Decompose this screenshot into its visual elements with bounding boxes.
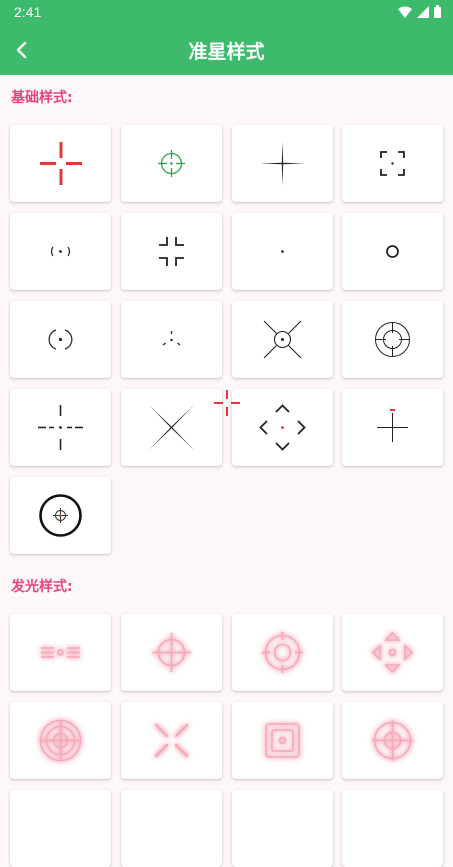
crosshair-option[interactable] bbox=[232, 389, 333, 466]
page-title: 准星样式 bbox=[188, 41, 265, 63]
crosshair-option[interactable] bbox=[342, 125, 443, 202]
glow-circle-plus-icon bbox=[152, 633, 191, 672]
crosshair-option[interactable] bbox=[232, 213, 333, 290]
glow-crosshair-option[interactable] bbox=[232, 614, 333, 691]
glow-concentric-rings-icon bbox=[39, 719, 82, 762]
wifi-icon bbox=[398, 6, 412, 18]
glow-ring-scope-icon bbox=[262, 632, 303, 673]
glow-ring-scope-2-icon bbox=[372, 720, 413, 761]
crosshair-option[interactable] bbox=[10, 301, 111, 378]
app-bar: 准星样式 bbox=[0, 25, 453, 75]
glow-crosshair-option[interactable] bbox=[342, 790, 443, 867]
crosshair-x-circle-icon bbox=[263, 320, 302, 359]
glow-crosshair-option[interactable] bbox=[10, 702, 111, 779]
crosshair-diamond-chevrons-icon bbox=[259, 404, 306, 451]
glow-bars-dot-icon bbox=[41, 647, 80, 658]
crosshair-thin-tapered-icon bbox=[260, 141, 305, 186]
crosshair-option[interactable] bbox=[232, 301, 333, 378]
crosshair-option[interactable] bbox=[121, 389, 222, 466]
crosshair-option[interactable] bbox=[10, 389, 111, 466]
glow-crosshair-option[interactable] bbox=[232, 790, 333, 867]
crosshair-option[interactable] bbox=[10, 477, 111, 554]
glow-x-icon bbox=[154, 723, 189, 758]
crosshair-option[interactable] bbox=[342, 301, 443, 378]
glow-crosshair-option[interactable] bbox=[121, 614, 222, 691]
crosshair-option[interactable] bbox=[232, 125, 333, 202]
glow-crosshair-option[interactable] bbox=[342, 702, 443, 779]
crosshair-red-plus-gap-icon bbox=[40, 142, 82, 185]
crosshair-dashed-plus-dot-icon bbox=[38, 405, 83, 450]
glow-crosshair-option[interactable] bbox=[342, 614, 443, 691]
signal-icon bbox=[417, 5, 429, 18]
status-bar: 2:41 bbox=[0, 0, 453, 25]
crosshair-option[interactable] bbox=[10, 213, 111, 290]
battery-icon bbox=[434, 5, 441, 18]
crosshair-ring-icon bbox=[386, 245, 399, 258]
crosshair-paren-dot-icon bbox=[50, 246, 71, 257]
crosshair-double-ring-icon bbox=[375, 322, 410, 357]
glow-square-frame-icon bbox=[265, 723, 300, 758]
crosshair-corner-plus-icon bbox=[159, 237, 184, 266]
crosshair-thin-plus-red-tick-icon bbox=[377, 409, 408, 442]
crosshair-dot-icon bbox=[281, 250, 284, 253]
glow-crosshair-option[interactable] bbox=[232, 702, 333, 779]
crosshair-option[interactable] bbox=[10, 125, 111, 202]
crosshair-broken-circle-dot-icon bbox=[48, 329, 73, 350]
glow-crosshair-option[interactable] bbox=[121, 702, 222, 779]
crosshair-triangle-dots-icon bbox=[162, 331, 181, 346]
glow-diamond-arrows-icon bbox=[371, 631, 414, 674]
section-title-basic: 基础样式: bbox=[11, 90, 73, 106]
crosshair-option[interactable] bbox=[121, 301, 222, 378]
glow-crosshair-option[interactable] bbox=[10, 790, 111, 867]
crosshair-option[interactable] bbox=[342, 389, 443, 466]
floating-crosshair-icon[interactable] bbox=[213, 389, 241, 417]
glow-crosshair-option[interactable] bbox=[121, 790, 222, 867]
glow-crosshair-option[interactable] bbox=[10, 614, 111, 691]
crosshair-option[interactable] bbox=[121, 125, 222, 202]
crosshair-option[interactable] bbox=[342, 213, 443, 290]
crosshair-x-lines-icon bbox=[149, 405, 194, 450]
crosshair-bold-circle-scope-icon bbox=[39, 494, 82, 537]
crosshair-option[interactable] bbox=[121, 213, 222, 290]
section-title-glow: 发光样式: bbox=[11, 579, 73, 595]
crosshair-corner-brackets-icon bbox=[380, 151, 405, 176]
crosshair-green-scope-icon bbox=[158, 150, 185, 177]
status-icons bbox=[398, 5, 441, 18]
status-time: 2:41 bbox=[14, 4, 42, 20]
